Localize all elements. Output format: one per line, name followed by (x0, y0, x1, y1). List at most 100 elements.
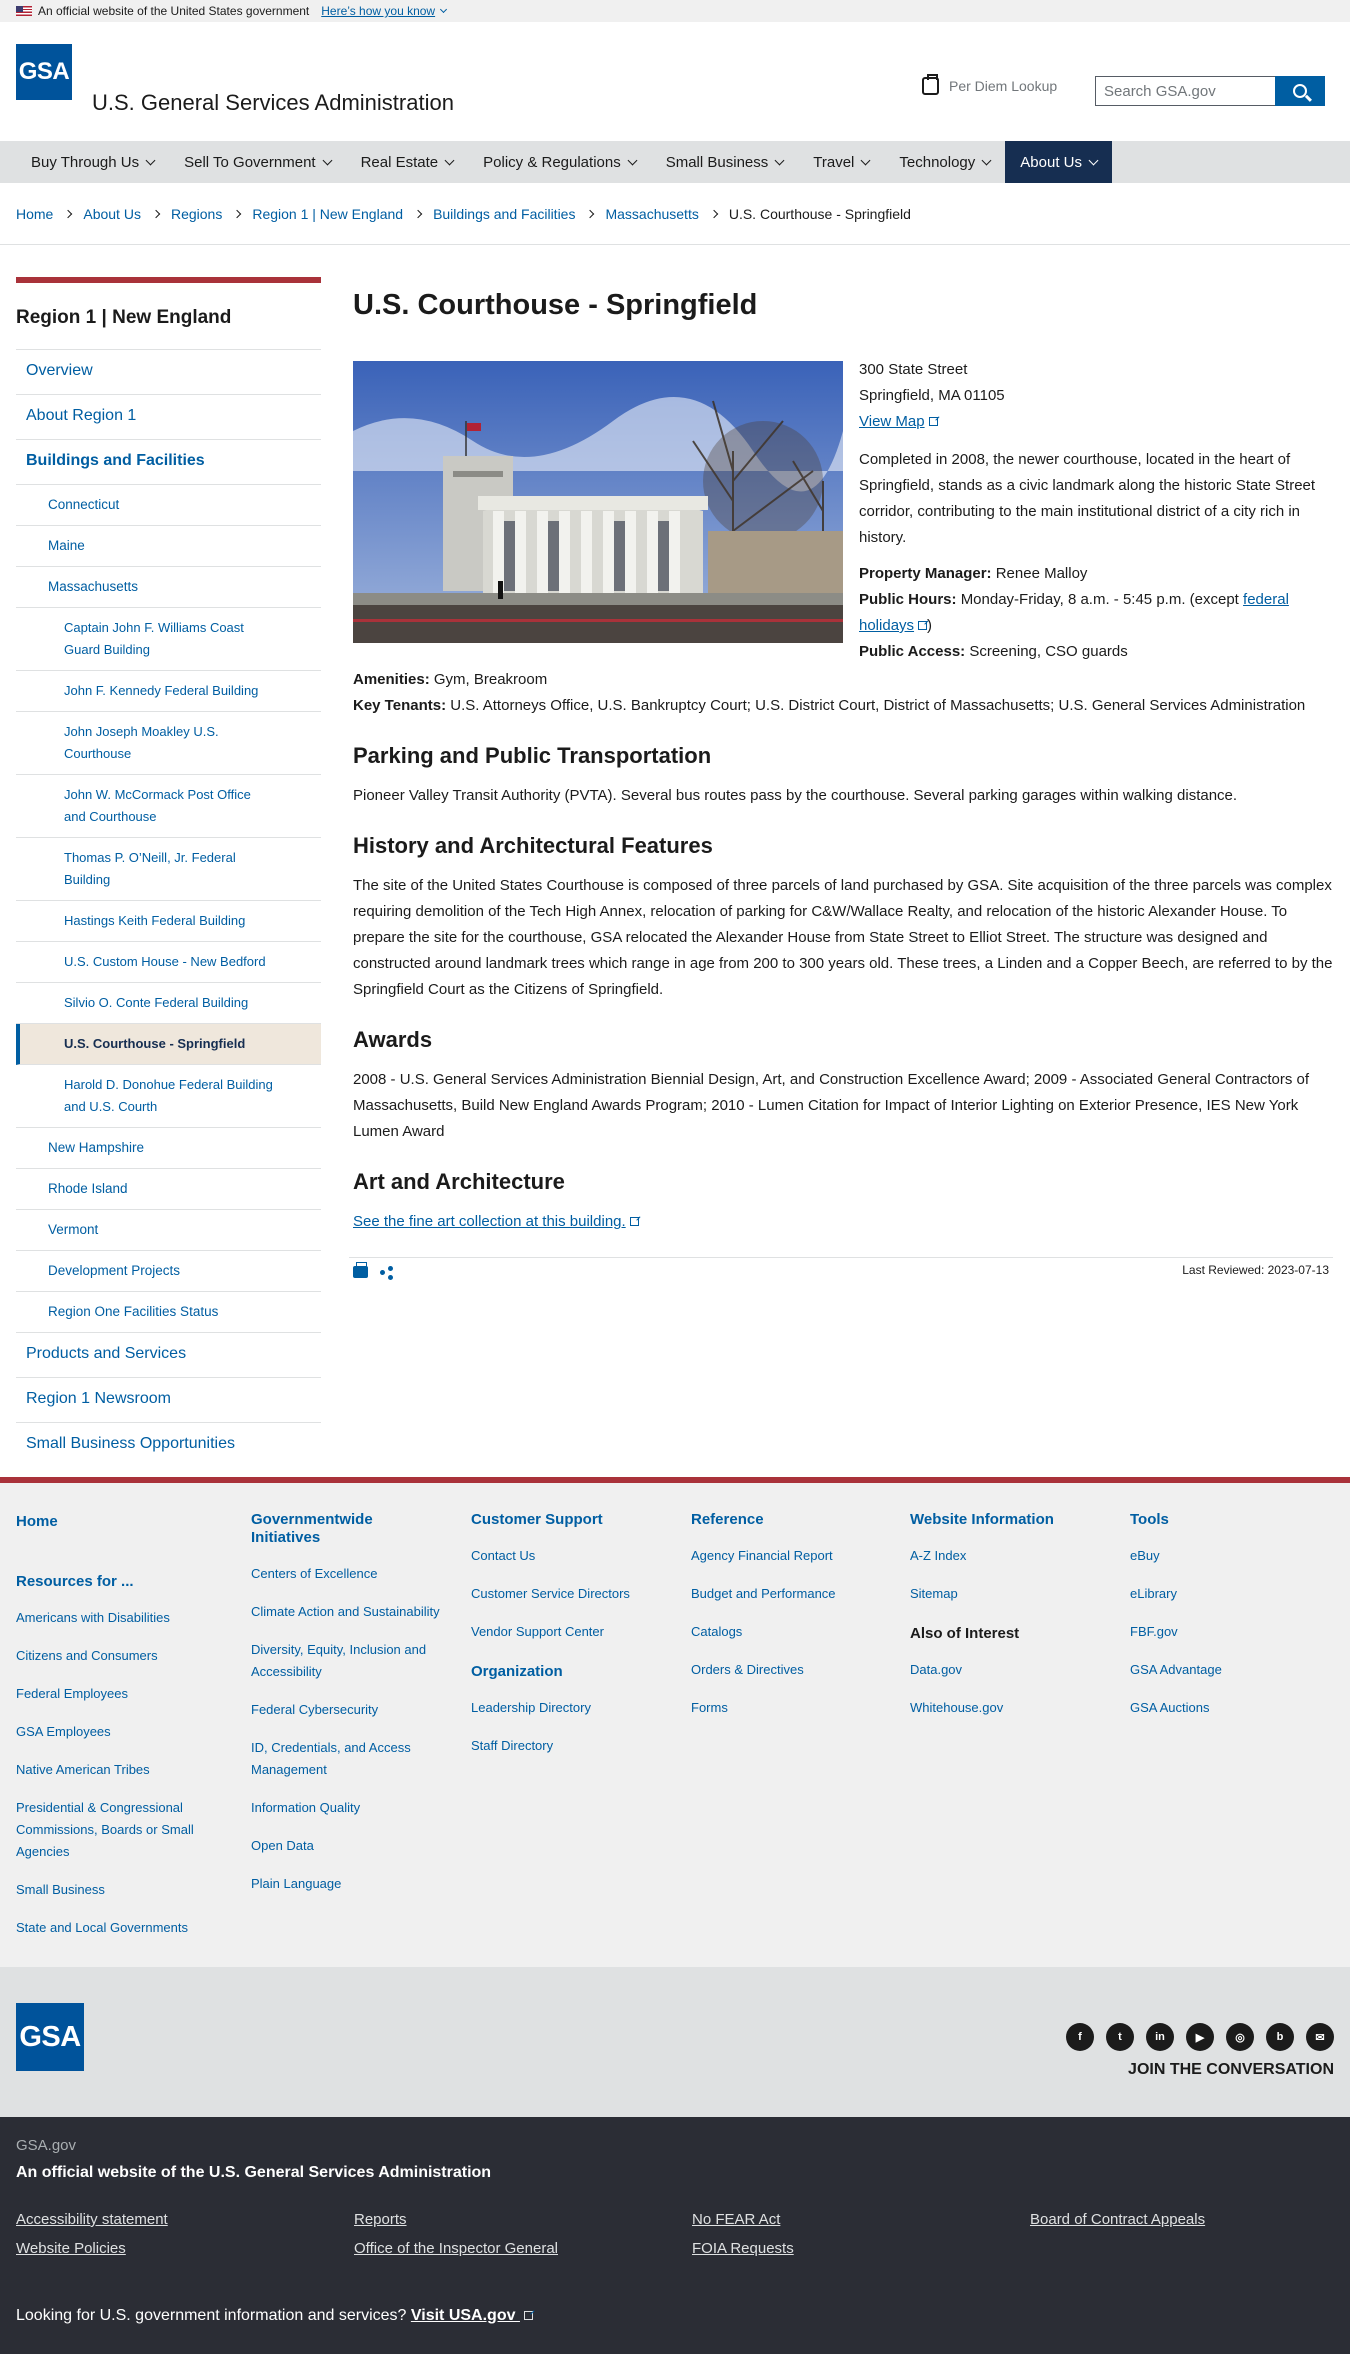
footer-link[interactable]: Agency Financial Report (691, 1545, 891, 1567)
sidenav-item-hastings-keith[interactable]: Hastings Keith Federal Building (16, 901, 321, 942)
nav-about-us[interactable]: About Us (1005, 141, 1112, 183)
footer-link[interactable]: FBF.gov (1130, 1621, 1330, 1643)
search-button[interactable] (1275, 76, 1325, 106)
footer-link[interactable]: GSA Auctions (1130, 1697, 1330, 1719)
twitter-icon[interactable]: t (1106, 2023, 1134, 2051)
sidenav-item-development-projects[interactable]: Development Projects (16, 1251, 321, 1292)
nav-technology[interactable]: Technology (884, 141, 1005, 183)
accessibility-statement-link[interactable]: Accessibility statement (16, 2211, 354, 2228)
footer-link[interactable]: Plain Language (251, 1873, 446, 1895)
sidenav-item-vermont[interactable]: Vermont (16, 1210, 321, 1251)
footer-link[interactable]: Federal Employees (16, 1683, 226, 1705)
website-policies-link[interactable]: Website Policies (16, 2240, 354, 2257)
footer-link[interactable]: Forms (691, 1697, 891, 1719)
sidenav-item-donohue[interactable]: Harold D. Donohue Federal Building and U… (16, 1065, 321, 1128)
gsa-logo[interactable]: GSA (16, 44, 72, 100)
footer-link[interactable]: A-Z Index (910, 1545, 1110, 1567)
footer-link[interactable]: Presidential & Congressional Commissions… (16, 1797, 226, 1863)
footer-link[interactable]: Data.gov (910, 1659, 1110, 1681)
footer-link[interactable]: Contact Us (471, 1545, 671, 1567)
footer-link[interactable]: Staff Directory (471, 1735, 671, 1757)
sidenav-item-springfield-current[interactable]: U.S. Courthouse - Springfield (16, 1024, 321, 1065)
sidenav-item-conte[interactable]: Silvio O. Conte Federal Building (16, 983, 321, 1024)
footer-link[interactable]: State and Local Governments (16, 1917, 226, 1939)
breadcrumb-about-us[interactable]: About Us (83, 206, 141, 222)
footer-link[interactable]: Whitehouse.gov (910, 1697, 1110, 1719)
sidenav-item-rhode-island[interactable]: Rhode Island (16, 1169, 321, 1210)
breadcrumb-region-1[interactable]: Region 1 | New England (252, 206, 403, 222)
footer-link[interactable]: GSA Employees (16, 1721, 226, 1743)
sidenav-item-buildings[interactable]: Buildings and Facilities (16, 440, 321, 485)
sidenav-item-new-hampshire[interactable]: New Hampshire (16, 1128, 321, 1169)
sidenav-item-oneill[interactable]: Thomas P. O’Neill, Jr. Federal Building (16, 838, 321, 901)
footer-link[interactable]: Sitemap (910, 1583, 1110, 1605)
breadcrumb-regions[interactable]: Regions (171, 206, 222, 222)
visit-usa-gov-link[interactable]: Visit USA.gov (411, 2307, 533, 2324)
footer-link[interactable]: Small Business (16, 1879, 226, 1901)
footer-link[interactable]: Citizens and Consumers (16, 1645, 226, 1667)
site-name[interactable]: U.S. General Services Administration (92, 90, 454, 116)
footer-link[interactable]: Federal Cybersecurity (251, 1699, 446, 1721)
per-diem-lookup-link[interactable]: Per Diem Lookup (922, 74, 1057, 95)
board-of-contract-appeals-link[interactable]: Board of Contract Appeals (1030, 2211, 1330, 2228)
breadcrumb-massachusetts[interactable]: Massachusetts (605, 206, 698, 222)
sidenav-item-small-business[interactable]: Small Business Opportunities (16, 1423, 321, 1467)
footer-link[interactable]: Native American Tribes (16, 1759, 226, 1781)
sidenav-item-moakley[interactable]: John Joseph Moakley U.S. Courthouse (16, 712, 321, 775)
footer-link[interactable]: Vendor Support Center (471, 1621, 671, 1643)
footer-home-link[interactable]: Home (16, 1511, 226, 1533)
heres-how-you-know-link[interactable]: Here’s how you know (321, 4, 435, 18)
footer-link[interactable]: eBuy (1130, 1545, 1330, 1567)
footer-link[interactable]: GSA Advantage (1130, 1659, 1330, 1681)
print-icon[interactable] (353, 1262, 368, 1278)
sidenav-item-products-services[interactable]: Products and Services (16, 1333, 321, 1378)
sidenav-item-facilities-status[interactable]: Region One Facilities Status (16, 1292, 321, 1333)
footer-link[interactable]: eLibrary (1130, 1583, 1330, 1605)
footer-link[interactable]: Customer Service Directors (471, 1583, 671, 1605)
footer-link[interactable]: ID, Credentials, and Access Management (251, 1737, 446, 1781)
linkedin-icon[interactable]: in (1146, 2023, 1174, 2051)
footer-link[interactable]: Americans with Disabilities (16, 1607, 226, 1629)
youtube-icon[interactable]: ▶ (1186, 2023, 1214, 2051)
inspector-general-link[interactable]: Office of the Inspector General (354, 2240, 692, 2257)
fine-art-link[interactable]: See the fine art collection at this buil… (353, 1213, 639, 1230)
search-input[interactable] (1095, 76, 1275, 106)
footer-link[interactable]: Centers of Excellence (251, 1563, 446, 1585)
breadcrumb-home[interactable]: Home (16, 206, 53, 222)
reports-link[interactable]: Reports (354, 2211, 692, 2228)
nav-travel[interactable]: Travel (798, 141, 884, 183)
nav-policy-regulations[interactable]: Policy & Regulations (468, 141, 651, 183)
footer-gsa-logo[interactable]: GSA (16, 2003, 84, 2071)
footer-link[interactable]: Catalogs (691, 1621, 891, 1643)
view-map-link[interactable]: View Map (859, 413, 938, 430)
nav-buy-through-us[interactable]: Buy Through Us (16, 141, 169, 183)
sidenav-item-maine[interactable]: Maine (16, 526, 321, 567)
nav-real-estate[interactable]: Real Estate (346, 141, 469, 183)
sidenav-item-coast-guard[interactable]: Captain John F. Williams Coast Guard Bui… (16, 608, 321, 671)
email-icon[interactable]: ✉ (1306, 2023, 1334, 2051)
sidenav-item-massachusetts[interactable]: Massachusetts (16, 567, 321, 608)
sidenav-item-connecticut[interactable]: Connecticut (16, 485, 321, 526)
sidenav-item-mccormack[interactable]: John W. McCormack Post Office and Courth… (16, 775, 321, 838)
blog-icon[interactable]: b (1266, 2023, 1294, 2051)
footer-link[interactable]: Diversity, Equity, Inclusion and Accessi… (251, 1639, 446, 1683)
breadcrumb-buildings[interactable]: Buildings and Facilities (433, 206, 575, 222)
nav-small-business[interactable]: Small Business (651, 141, 799, 183)
footer-link[interactable]: Budget and Performance (691, 1583, 891, 1605)
no-fear-act-link[interactable]: No FEAR Act (692, 2211, 1030, 2228)
instagram-icon[interactable]: ◎ (1226, 2023, 1254, 2051)
facebook-icon[interactable]: f (1066, 2023, 1094, 2051)
sidenav-item-overview[interactable]: Overview (16, 350, 321, 395)
share-icon[interactable] (380, 1266, 394, 1280)
sidenav-item-about-region-1[interactable]: About Region 1 (16, 395, 321, 440)
footer-link[interactable]: Climate Action and Sustainability (251, 1601, 446, 1623)
footer-link[interactable]: Orders & Directives (691, 1659, 891, 1681)
nav-sell-to-government[interactable]: Sell To Government (169, 141, 345, 183)
footer-link[interactable]: Leadership Directory (471, 1697, 671, 1719)
sidenav-item-jfk[interactable]: John F. Kennedy Federal Building (16, 671, 321, 712)
foia-requests-link[interactable]: FOIA Requests (692, 2240, 1030, 2257)
sidenav-item-newsroom[interactable]: Region 1 Newsroom (16, 1378, 321, 1423)
footer-link[interactable]: Information Quality (251, 1797, 446, 1819)
sidenav-item-custom-house[interactable]: U.S. Custom House - New Bedford (16, 942, 321, 983)
footer-link[interactable]: Open Data (251, 1835, 446, 1857)
